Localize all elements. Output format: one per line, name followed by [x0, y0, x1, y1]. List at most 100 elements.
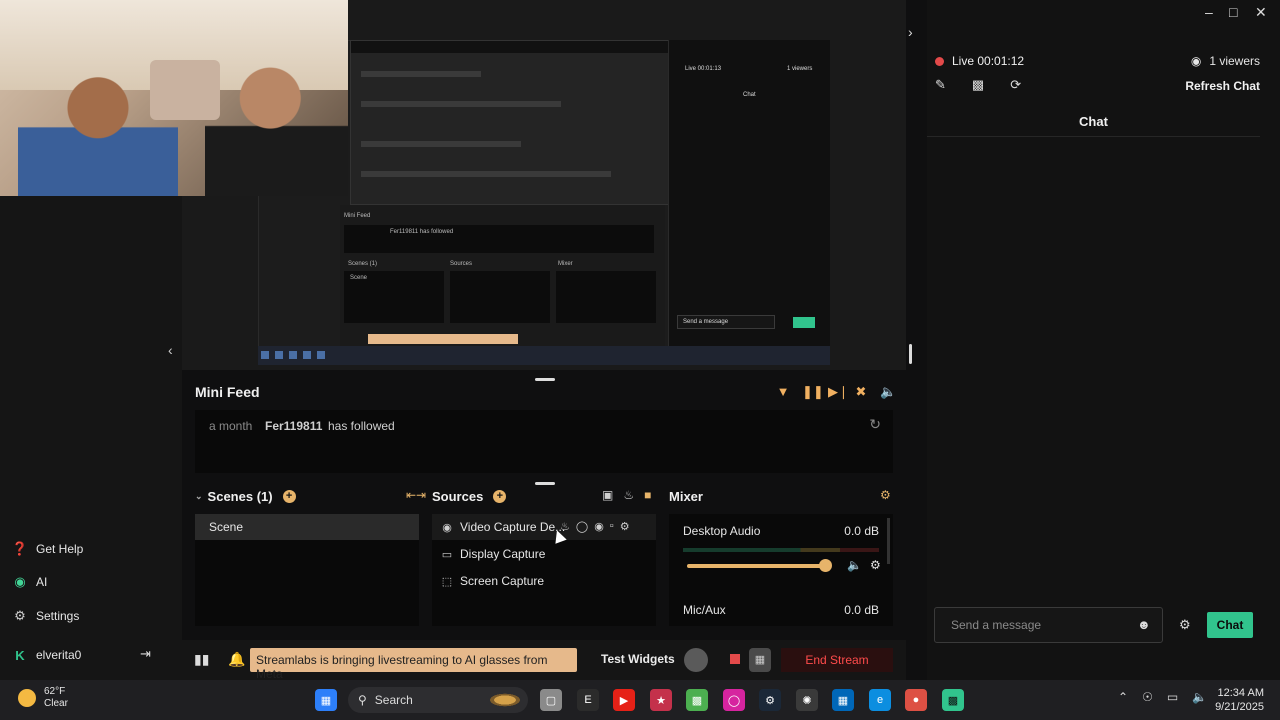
selective-recording-icon[interactable]: ▣ [602, 488, 613, 502]
close-icon[interactable]: ✕ [1255, 4, 1267, 21]
pause-icon[interactable]: ❚❚ [802, 384, 824, 400]
nested-row [361, 141, 521, 147]
resize-handle-docks[interactable] [535, 482, 555, 485]
mixer-scrollbar[interactable] [887, 518, 890, 564]
logout-icon[interactable]: ⇥ [140, 646, 151, 662]
youtube-icon[interactable]: ▶ [613, 689, 635, 711]
edit-icon[interactable]: ✎ [935, 77, 946, 93]
chevron-down-icon[interactable]: ⌄ [195, 491, 203, 502]
gear-icon: ⚙ [14, 608, 26, 623]
gear-icon[interactable]: ⚙ [1179, 617, 1191, 633]
resize-handle-right[interactable] [909, 344, 912, 364]
lock-icon[interactable]: ◯ [576, 520, 588, 533]
chat-message-input[interactable]: Send a message [934, 607, 1163, 643]
collapse-left-icon[interactable]: ‹ [168, 342, 173, 358]
add-source-button[interactable]: + [493, 489, 507, 503]
streamlabs-app: ❓ Get Help ◉ AI ⚙ Settings K elverita0 ⇥ [0, 0, 1280, 720]
speaker-icon[interactable]: 🔈 [1192, 690, 1207, 704]
save-replay-icon[interactable]: ▦ [749, 648, 771, 672]
volume-slider-handle[interactable] [819, 559, 832, 572]
send-chat-button[interactable]: Chat [1207, 612, 1253, 638]
record-button[interactable] [684, 648, 708, 672]
mini-taskbar-icon [275, 351, 283, 359]
volume-meter [683, 548, 879, 552]
mini-sources: Sources [450, 261, 473, 267]
skip-icon[interactable]: ▶❘ [828, 384, 849, 400]
gear-icon[interactable]: ⚙ [870, 558, 881, 572]
edge-icon[interactable]: e [869, 689, 891, 711]
epic-games-icon[interactable]: E [577, 689, 599, 711]
mixer-settings-icon[interactable]: ⚙ [880, 488, 891, 502]
resize-handle-preview[interactable] [535, 378, 555, 381]
mini-live: Live 00:01:13 [685, 66, 722, 72]
announcement-banner[interactable]: Streamlabs is bringing livestreaming to … [250, 648, 577, 681]
chevron-up-icon[interactable]: ⌃ [1118, 690, 1128, 704]
sidebar-item-settings[interactable]: ⚙ Settings [12, 608, 79, 624]
notification-icon[interactable]: 🔔 [228, 651, 245, 668]
chrome-icon[interactable]: ● [905, 689, 927, 711]
maximize-icon[interactable]: □ [1229, 4, 1237, 20]
folder-icon[interactable]: ■ [644, 488, 651, 502]
source-item-display-capture[interactable]: ▭ Display Capture [432, 541, 656, 567]
chat-panel: – □ ✕ Live 00:01:12 ◉ 1 viewers ✎ ▩ ⟳ Re… [927, 0, 1280, 680]
instagram-icon[interactable]: ◯ [723, 689, 745, 711]
end-stream-button[interactable]: End Stream [781, 648, 893, 672]
minimize-icon[interactable]: – [1205, 4, 1213, 20]
steam-icon[interactable]: ⚙ [759, 689, 781, 711]
weather-widget[interactable]: 62°F Clear [18, 686, 68, 710]
chat-toolbar: ✎ ▩ ⟳ [935, 77, 1021, 93]
weather-temp: 62°F [44, 686, 66, 697]
app-red-icon[interactable]: ★ [650, 689, 672, 711]
mute-alerts-icon[interactable]: ✖ [854, 384, 868, 400]
mini-taskbar-icon [261, 351, 269, 359]
volume-slider[interactable] [687, 564, 825, 568]
repeat-alert-icon[interactable]: ↻ [869, 416, 881, 433]
mixer-header: Mixer [669, 486, 703, 506]
test-widgets-button[interactable]: Test Widgets [601, 652, 675, 666]
sidebar-item-label: Settings [36, 609, 80, 623]
scene-item[interactable]: Scene [195, 514, 419, 540]
refresh-chat-button[interactable]: Refresh Chat [1185, 79, 1260, 93]
audio-icon[interactable]: ♨ [623, 488, 634, 502]
store-icon[interactable]: ▦ [832, 689, 854, 711]
webcam-feed [0, 0, 348, 196]
trash-icon[interactable]: ▫ [610, 520, 614, 533]
taskbar-clock[interactable]: 12:34 AM 9/21/2025 [1215, 686, 1264, 714]
minifeed-list: a month Fer119811 has followed ↻ [195, 410, 893, 473]
scene-transitions-icon[interactable]: ⇤⇥ [406, 488, 426, 502]
sidebar-user[interactable]: K elverita0 [12, 647, 81, 663]
sidebar-item-ai[interactable]: ◉ AI [12, 574, 47, 590]
sources-header: Sources + [432, 486, 507, 506]
minecraft-icon[interactable]: ▩ [686, 689, 708, 711]
visibility-icon[interactable]: ◉ [594, 520, 604, 533]
nested-titlebar [351, 41, 679, 53]
filter-icon[interactable]: ▼ [776, 384, 790, 400]
source-item-actions: ♨ ◯ ◉ ▫ ⚙ [560, 520, 630, 533]
speaker-icon[interactable]: 🔈 [847, 558, 862, 572]
camera-icon[interactable]: ▩ [972, 77, 984, 93]
weather-text: 62°F Clear [44, 686, 68, 710]
add-scene-button[interactable]: + [282, 489, 296, 503]
mini-taskbar [258, 346, 830, 365]
emoji-icon[interactable]: ☻ [1137, 617, 1151, 632]
chatgpt-icon[interactable]: ✺ [796, 689, 818, 711]
event-username[interactable]: Fer119811 [265, 419, 322, 433]
mini-taskbar-icon [303, 351, 311, 359]
stats-icon[interactable]: ▮▮ [194, 651, 209, 668]
windows-start-icon[interactable]: ▦ [315, 689, 337, 711]
mini-viewers: 1 viewers [787, 66, 813, 72]
taskbar-search[interactable]: ⚲ Search [348, 687, 528, 713]
share-icon[interactable]: ⟳ [1010, 77, 1021, 93]
chevron-right-icon[interactable]: › [908, 24, 913, 40]
sidebar-item-label: AI [36, 575, 48, 589]
task-view-icon[interactable]: ▢ [540, 689, 562, 711]
gear-icon[interactable]: ⚙ [620, 520, 630, 533]
source-item-screen-capture[interactable]: ⬚ Screen Capture [432, 568, 656, 594]
sidebar-item-label: Get Help [36, 542, 84, 556]
streamlabs-icon[interactable]: ▩ [942, 689, 964, 711]
volume-icon[interactable]: 🔈 [880, 384, 896, 400]
network-icon[interactable]: ▭ [1167, 690, 1178, 704]
stop-icon[interactable] [730, 654, 740, 664]
sidebar-item-get-help[interactable]: ❓ Get Help [12, 541, 83, 557]
microphone-icon[interactable]: ☉ [1142, 690, 1153, 704]
